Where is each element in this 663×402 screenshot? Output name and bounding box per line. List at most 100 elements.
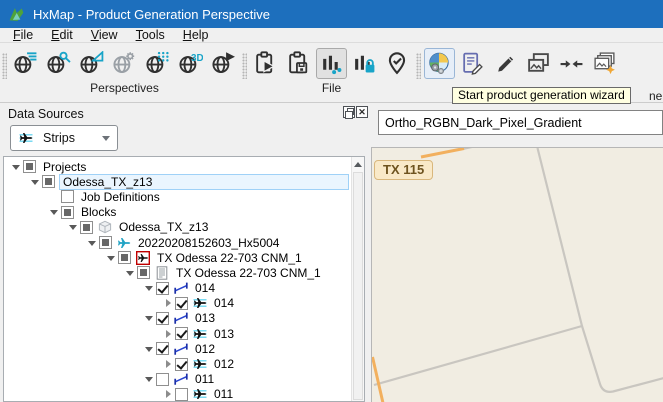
menu-item-help[interactable]: Help [174, 28, 218, 42]
tree-row[interactable]: Job Definitions [4, 189, 350, 204]
checkbox-partial[interactable] [118, 251, 131, 264]
checkbox-partial[interactable] [99, 236, 112, 249]
menu-item-tools[interactable]: Tools [127, 28, 174, 42]
product-name-field[interactable] [378, 110, 663, 135]
checkbox-checked[interactable] [156, 312, 169, 325]
tree-item-label[interactable]: Blocks [78, 205, 119, 219]
tree-row[interactable]: Blocks [4, 205, 350, 220]
expander-open-icon[interactable] [143, 312, 155, 324]
globe-3d-button[interactable]: 3D [175, 48, 206, 79]
tree-row[interactable]: Projects [4, 159, 350, 174]
expander-closed-icon[interactable] [162, 297, 174, 309]
checkbox-checked[interactable] [175, 297, 188, 310]
tree-row[interactable]: Odessa_TX_z13 [4, 220, 350, 235]
tree-item-label[interactable]: 012 [211, 357, 237, 371]
checkbox-unchecked[interactable] [156, 373, 169, 386]
tree-row[interactable]: 013 [4, 311, 350, 326]
panel-float-button[interactable] [343, 106, 355, 118]
checkbox-partial[interactable] [23, 160, 36, 173]
tree-item-label[interactable]: TX Odessa 22-703 CNM_1 [173, 266, 324, 280]
checkbox-partial[interactable] [80, 221, 93, 234]
expander-closed-icon[interactable] [162, 358, 174, 370]
expander-closed-icon[interactable] [162, 388, 174, 400]
clipboard-save-button[interactable] [283, 48, 314, 79]
expander-open-icon[interactable] [29, 176, 41, 188]
tree-scrollbar[interactable] [351, 157, 364, 401]
tree-item-label[interactable]: Projects [40, 160, 89, 174]
tree-row[interactable]: 011 [4, 387, 350, 402]
toolbar-drag-handle[interactable] [242, 53, 247, 79]
pin-edit-button[interactable] [382, 48, 413, 79]
tree-row[interactable]: 011 [4, 372, 350, 387]
tree-item-label[interactable]: TX Odessa 22-703 CNM_1 [154, 251, 305, 265]
checkbox-checked[interactable] [156, 342, 169, 355]
expander-open-icon[interactable] [10, 161, 22, 173]
tree-item-label[interactable]: 014 [192, 281, 218, 295]
toolbar-drag-handle[interactable] [416, 53, 421, 79]
map-view[interactable]: TX 115 [371, 147, 663, 402]
tree-row[interactable]: 014 [4, 281, 350, 296]
chart-bars-lock-button[interactable] [349, 48, 380, 79]
expander-closed-icon[interactable] [162, 328, 174, 340]
checkbox-partial[interactable] [42, 175, 55, 188]
toolbar-drag-handle[interactable] [2, 53, 7, 79]
tree-row[interactable]: 20220208152603_Hx5004 [4, 235, 350, 250]
menu-item-file[interactable]: File [4, 28, 42, 42]
scroll-up-icon[interactable] [352, 157, 364, 171]
globe-measure-icon [79, 51, 104, 76]
tree-item-label[interactable]: Odessa_TX_z13 [116, 220, 211, 234]
tree-item-label[interactable]: Job Definitions [78, 190, 163, 204]
expander-open-icon[interactable] [86, 237, 98, 249]
image-stack-new-button[interactable] [589, 48, 620, 79]
checkbox-checked[interactable] [175, 327, 188, 340]
checkbox-partial[interactable] [61, 206, 74, 219]
tree-row[interactable]: 012 [4, 341, 350, 356]
tree-item-label[interactable]: 013 [192, 311, 218, 325]
pencil-button[interactable] [490, 48, 521, 79]
tree-item-label[interactable]: 012 [192, 342, 218, 356]
chart-bars-refresh-button[interactable] [316, 48, 347, 79]
expander-open-icon[interactable] [48, 206, 60, 218]
job-list-edit-button[interactable] [457, 48, 488, 79]
image-frames-button[interactable] [523, 48, 554, 79]
tree-item-label[interactable]: Odessa_TX_z13 [59, 174, 349, 190]
checkbox-checked[interactable] [175, 358, 188, 371]
tree-item-label[interactable]: 011 [211, 387, 236, 401]
tree-row[interactable]: 014 [4, 296, 350, 311]
clipboard-play-button[interactable] [250, 48, 281, 79]
globe-measure-button[interactable] [76, 48, 107, 79]
expander-open-icon[interactable] [124, 267, 136, 279]
scrollbar-thumb[interactable] [353, 172, 363, 400]
tree-row[interactable]: 013 [4, 326, 350, 341]
checkbox-partial[interactable] [137, 266, 150, 279]
panel-close-button[interactable]: ✕ [356, 106, 368, 118]
checkbox-checked[interactable] [156, 282, 169, 295]
strips-dropdown[interactable]: Strips [10, 125, 118, 151]
tree-row[interactable]: 012 [4, 356, 350, 371]
tree-row[interactable]: TX Odessa 22-703 CNM_1 [4, 250, 350, 265]
globe-play-button[interactable] [208, 48, 239, 79]
expander-open-icon[interactable] [67, 221, 79, 233]
tree-item-label[interactable]: 20220208152603_Hx5004 [135, 236, 282, 250]
globe-settings-button[interactable] [109, 48, 140, 79]
expander-open-icon[interactable] [143, 343, 155, 355]
strip-line-icon [173, 342, 189, 356]
globe-search-button[interactable] [43, 48, 74, 79]
checkbox-unchecked[interactable] [61, 190, 74, 203]
expander-open-icon[interactable] [105, 252, 117, 264]
product-wizard-button[interactable] [424, 48, 455, 79]
globe-filter-button[interactable] [10, 48, 41, 79]
tree-item-label[interactable]: 011 [192, 372, 217, 386]
tree-row[interactable]: Odessa_TX_z13 [4, 174, 350, 189]
globe-grid-button[interactable] [142, 48, 173, 79]
expander-open-icon[interactable] [143, 282, 155, 294]
plane-strips-icon [192, 327, 208, 341]
merge-arrows-button[interactable] [556, 48, 587, 79]
tree-item-label[interactable]: 014 [211, 296, 237, 310]
tree-item-label[interactable]: 013 [211, 327, 237, 341]
checkbox-unchecked[interactable] [175, 388, 188, 401]
menu-item-view[interactable]: View [82, 28, 127, 42]
menu-item-edit[interactable]: Edit [42, 28, 82, 42]
expander-open-icon[interactable] [143, 373, 155, 385]
tree-row[interactable]: TX Odessa 22-703 CNM_1 [4, 265, 350, 280]
